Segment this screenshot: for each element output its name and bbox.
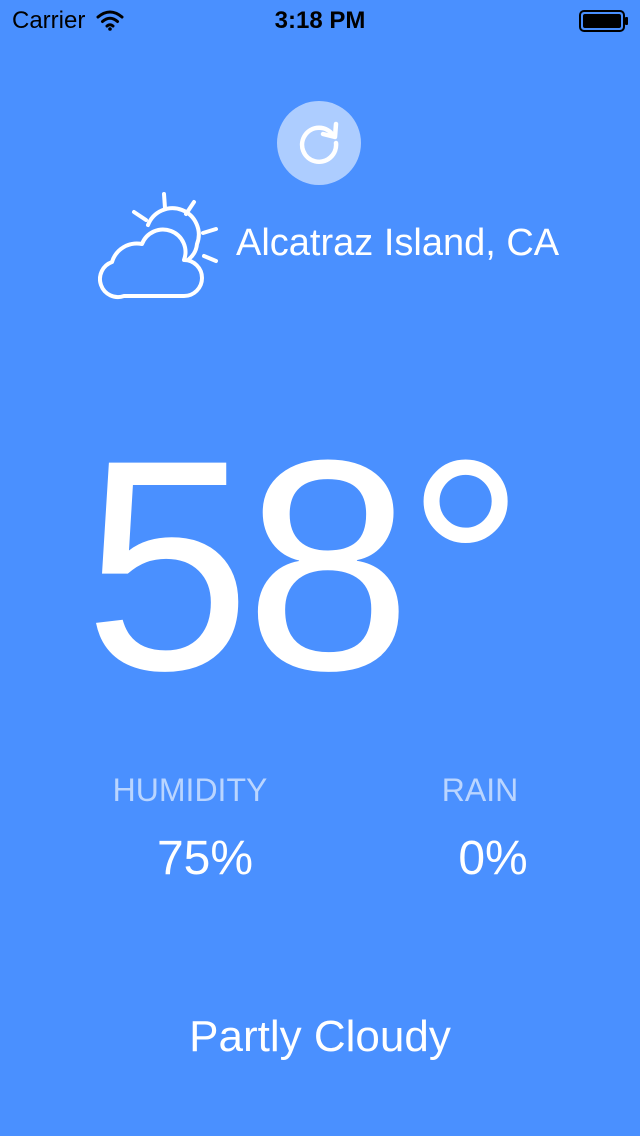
status-bar: Carrier 3:18 PM <box>0 0 640 40</box>
refresh-icon <box>293 115 345 172</box>
weather-condition: Partly Cloudy <box>189 1012 451 1061</box>
temperature-value: 58° <box>84 397 526 733</box>
humidity-label: HUMIDITY <box>112 772 268 808</box>
status-time: 3:18 PM <box>274 7 366 34</box>
rain-label: RAIN <box>441 772 519 808</box>
humidity-value: 75% <box>156 832 254 885</box>
rain-value: 0% <box>458 832 528 885</box>
location-title: Alcatraz Island, CA <box>236 222 560 264</box>
refresh-button[interactable] <box>277 101 361 185</box>
partly-cloudy-icon <box>98 188 222 305</box>
battery-icon <box>579 10 629 39</box>
